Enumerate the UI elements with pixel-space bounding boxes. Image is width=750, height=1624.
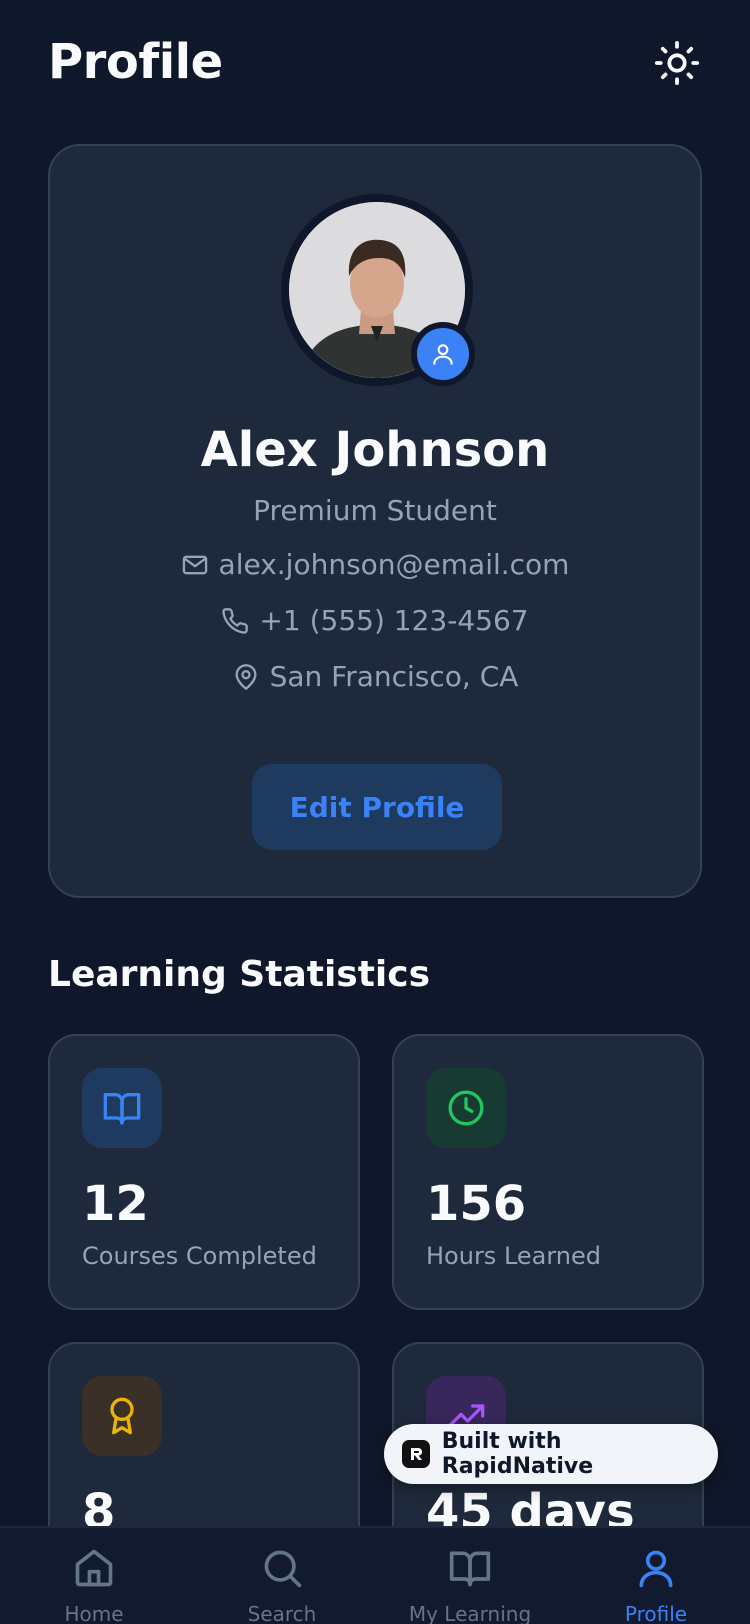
profile-name: Alex Johnson [200, 422, 550, 478]
nav-item-my-learning[interactable]: My Learning [376, 1528, 564, 1624]
stat-icon-container [82, 1376, 162, 1456]
nav-label: Search [247, 1602, 317, 1624]
nav-item-profile[interactable]: Profile [562, 1528, 750, 1624]
home-icon [75, 1549, 113, 1587]
map-pin-icon [235, 663, 257, 690]
stat-icon-container [82, 1068, 162, 1148]
stat-card-courses[interactable]: 12 Courses Completed [48, 1034, 360, 1310]
nav-item-home[interactable]: Home [0, 1528, 188, 1624]
avatar-badge[interactable] [411, 322, 475, 386]
statistics-title: Learning Statistics [48, 954, 431, 995]
sun-icon [654, 40, 700, 86]
rapidnative-logo-icon [402, 1440, 430, 1468]
clock-icon [448, 1090, 484, 1126]
phone-row: +1 (555) 123-4567 [50, 604, 700, 637]
profile-role: Premium Student [253, 494, 497, 527]
stat-value: 156 [426, 1176, 527, 1232]
location-row: San Francisco, CA [50, 660, 700, 693]
award-icon [110, 1397, 134, 1435]
nav-item-search[interactable]: Search [188, 1528, 376, 1624]
page-title: Profile [48, 34, 223, 90]
search-icon [264, 1550, 302, 1588]
nav-label: Profile [624, 1602, 688, 1624]
mail-icon [182, 555, 207, 574]
stat-label: Courses Completed [82, 1242, 317, 1270]
nav-label: Home [64, 1602, 124, 1624]
book-open-icon [103, 1093, 141, 1125]
email-row: alex.johnson@email.com [50, 548, 700, 581]
profile-screen: Profile Alex Johnson Premium Student ale… [0, 0, 750, 1624]
built-with-text: Built with RapidNative [441, 1429, 594, 1479]
edit-profile-button[interactable]: Edit Profile [252, 764, 502, 850]
phone-text: +1 (555) 123-4567 [259, 604, 529, 637]
nav-label: My Learning [408, 1602, 532, 1624]
stat-icon-container [426, 1068, 506, 1148]
header: Profile [0, 0, 750, 130]
bottom-navigation: Home Search My Learning Profile [0, 1526, 750, 1624]
stat-label: Hours Learned [426, 1242, 602, 1270]
theme-toggle-button[interactable] [652, 38, 702, 88]
avatar-container [281, 194, 475, 386]
book-open-icon [449, 1551, 491, 1587]
phone-icon [222, 607, 249, 634]
stat-card-hours[interactable]: 156 Hours Learned [392, 1034, 704, 1310]
profile-card: Alex Johnson Premium Student alex.johnso… [48, 144, 702, 898]
built-with-badge[interactable]: Built with RapidNative [384, 1424, 718, 1484]
email-text: alex.johnson@email.com [218, 548, 570, 581]
user-icon [639, 1550, 673, 1588]
location-text: San Francisco, CA [269, 660, 519, 693]
user-icon [433, 344, 453, 365]
stat-value: 12 [82, 1176, 149, 1232]
